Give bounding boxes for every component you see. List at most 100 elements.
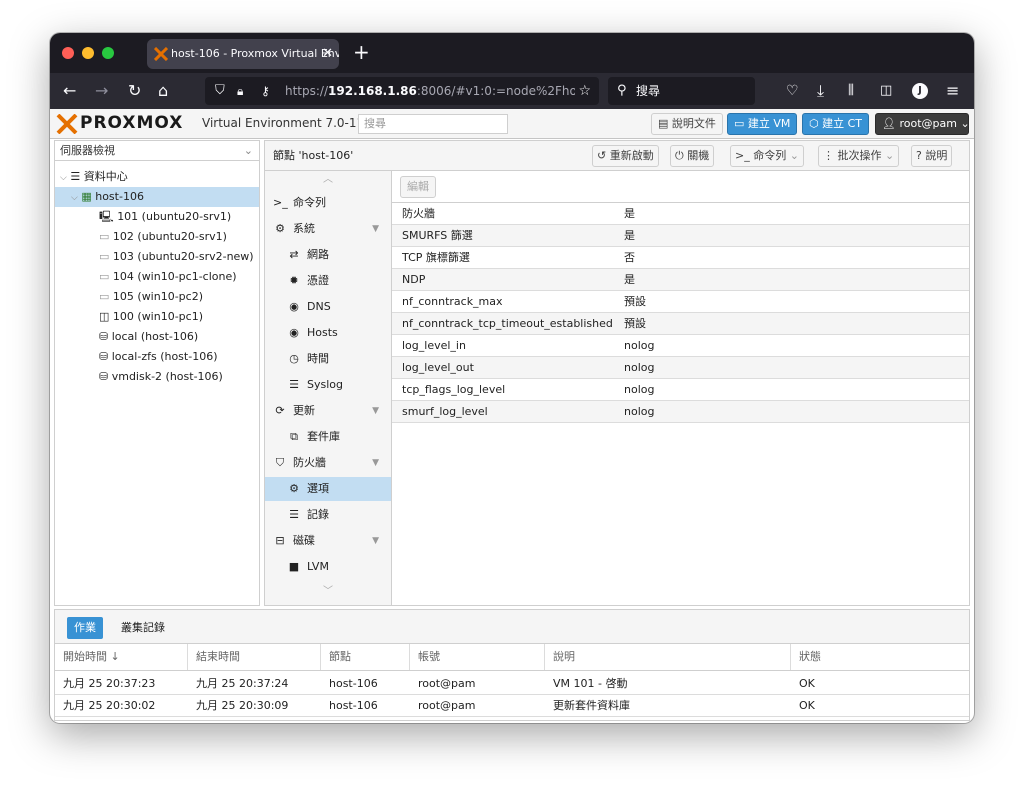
account-avatar[interactable]: J [912, 83, 928, 99]
key-icon[interactable]: ⚷ [261, 77, 270, 105]
tree-item-node[interactable]: ⌵ ▦ host-106 [55, 187, 259, 207]
header-divider [55, 670, 969, 671]
globe-icon: ◉ [289, 326, 299, 339]
tree-item-vm[interactable]: ▭ 104 (win10-pc1-clone) [99, 267, 237, 287]
docs-button[interactable]: ▤ 說明文件 [651, 113, 723, 135]
create-vm-button[interactable]: ▭ 建立 VM [727, 113, 798, 135]
scroll-down-icon[interactable]: ﹀ [265, 583, 391, 601]
option-row[interactable]: 防火牆是 [392, 203, 969, 225]
scroll-up-icon[interactable]: ︿ [265, 171, 391, 189]
tree-item-storage[interactable]: ⛁ local (host-106) [99, 327, 198, 347]
vm-icon: ▭ [99, 230, 110, 243]
nav-item-firewall[interactable]: ⛉ 防火牆 ▼ [265, 451, 391, 475]
chevron-down-icon[interactable]: ⌄ [790, 149, 799, 162]
tab-tasks[interactable]: 作業 [67, 617, 103, 639]
datacenter-icon: ☰ [70, 170, 81, 183]
browser-search-box[interactable]: ⚲ 搜尋 [608, 77, 755, 105]
zoom-window-button[interactable] [102, 47, 114, 59]
nav-item-disks[interactable]: ⊟ 磁碟 ▼ [265, 529, 391, 553]
task-tabs: 作業 叢集記錄 [55, 610, 969, 644]
nav-item-time[interactable]: ◷ 時間 [265, 347, 391, 371]
nav-item-shell[interactable]: >_ 命令列 [265, 191, 391, 215]
nav-item-repositories[interactable]: ⧉ 套件庫 [265, 425, 391, 449]
option-row[interactable]: tcp_flags_log_level nolog [392, 379, 969, 401]
option-row[interactable]: log_level_in nolog [392, 335, 969, 357]
option-row[interactable]: log_level_out nolog [392, 357, 969, 379]
header-search-input[interactable]: 搜尋 [358, 114, 508, 134]
view-select[interactable]: 伺服器檢視 ⌄ [55, 141, 259, 161]
bulk-actions-button[interactable]: ⋮ 批次操作 ⌄ [818, 145, 900, 167]
minimize-window-button[interactable] [82, 47, 94, 59]
user-menu-button[interactable]: 👤︎ root@pam ⌄ [875, 113, 970, 135]
column-header-end-time[interactable]: 結束時間 [188, 644, 321, 670]
node-icon: ▦ [81, 190, 92, 203]
bookmark-star-icon[interactable]: ☆ [578, 77, 591, 105]
option-row[interactable]: SMURFS 篩選是 [392, 225, 969, 247]
user-icon: 👤︎ [882, 117, 896, 130]
tree-item-vm[interactable]: ▭ 102 (ubuntu20-srv1) [99, 227, 227, 247]
lock-icon[interactable]: 🔒︎ [237, 77, 243, 105]
pve-header: PROXMOX Virtual Environment 7.0-11 搜尋 ▤ … [50, 109, 974, 139]
vm-template-icon: ◫ [99, 310, 110, 323]
chevron-down-icon: ⌄ [243, 144, 253, 157]
column-header-description[interactable]: 說明 [545, 644, 791, 670]
option-row[interactable]: TCP 旗標篩選否 [392, 247, 969, 269]
tree-item-storage[interactable]: ⛁ local-zfs (host-106) [99, 347, 218, 367]
nav-item-firewall-options[interactable]: ⚙ 選項 [265, 477, 391, 501]
help-button[interactable]: ? 說明 [911, 145, 953, 167]
edit-button[interactable]: 編輯 [400, 176, 436, 198]
url-bar[interactable]: ⛉ 🔒︎ ⚷ https://192.168.1.86:8006/#v1:0:=… [205, 77, 599, 105]
shell-button[interactable]: >_ 命令列 ⌄ [730, 145, 804, 167]
menu-icon[interactable]: ≡ [946, 81, 959, 101]
home-icon[interactable]: ⌂ [158, 81, 168, 101]
tree-item-vm[interactable]: ◫ 100 (win10-pc1) [99, 307, 203, 327]
close-window-button[interactable] [62, 47, 74, 59]
nav-item-certificates[interactable]: ✹ 憑證 [265, 269, 391, 293]
search-placeholder: 搜尋 [636, 84, 661, 98]
forward-icon[interactable]: → [95, 81, 108, 101]
nav-item-lvm[interactable]: ■ LVM [265, 555, 391, 579]
create-ct-button[interactable]: ⬡ 建立 CT [802, 113, 870, 135]
download-icon[interactable]: ⤓ [817, 81, 824, 101]
collapse-icon[interactable]: ⌵ [60, 173, 67, 183]
back-icon[interactable]: ← [63, 81, 76, 101]
restart-button[interactable]: ↺ 重新啟動 [592, 145, 659, 167]
nav-item-network[interactable]: ⇄ 網路 [265, 243, 391, 267]
nav-item-syslog[interactable]: ☰ Syslog [265, 373, 391, 397]
table-row[interactable]: 九月 25 20:30:02 九月 25 20:30:09 host-106 r… [55, 695, 969, 717]
pocket-icon[interactable]: ♡ [786, 81, 799, 101]
option-row[interactable]: smurf_log_level nolog [392, 401, 969, 423]
reload-icon[interactable]: ↻ [128, 81, 141, 101]
nav-item-system[interactable]: ⚙ 系統 ▼ [265, 217, 391, 241]
table-row[interactable]: 九月 25 20:37:23 九月 25 20:37:24 host-106 r… [55, 673, 969, 695]
nav-item-updates[interactable]: ⟳ 更新 ▼ [265, 399, 391, 423]
column-header-user[interactable]: 帳號 [410, 644, 545, 670]
column-header-status[interactable]: 狀態 [791, 644, 969, 670]
tab-cluster-log[interactable]: 叢集記錄 [117, 617, 169, 639]
shield-icon[interactable]: ⛉ [215, 77, 225, 105]
nav-item-dns[interactable]: ◉ DNS [265, 295, 391, 319]
column-header-start-time[interactable]: 開始時間 ↓ [55, 644, 188, 670]
tree-item-vm[interactable]: 🖳︎ 101 (ubuntu20-srv1) [99, 207, 231, 227]
option-row[interactable]: nf_conntrack_tcp_timeout_established 預設 [392, 313, 969, 335]
files-icon: ⧉ [290, 430, 298, 443]
tab-close-icon[interactable]: ✕ [322, 39, 333, 69]
main-toolbar: 節點 'host-106' ↺ 重新啟動 ⏻ 關機 >_ 命令列 ⌄ ⋮ 批次操… [265, 141, 969, 171]
library-icon[interactable]: ⫼ [848, 81, 854, 101]
tree-item-storage[interactable]: ⛁ vmdisk-2 (host-106) [99, 367, 223, 387]
option-row[interactable]: NDP 是 [392, 269, 969, 291]
tree-item-vm[interactable]: ▭ 105 (win10-pc2) [99, 287, 203, 307]
nav-item-firewall-log[interactable]: ☰ 記錄 [265, 503, 391, 527]
column-header-node[interactable]: 節點 [321, 644, 410, 670]
clock-icon: ◷ [289, 352, 299, 365]
collapse-icon[interactable]: ⌵ [71, 193, 78, 203]
tree-item-datacenter[interactable]: ⌵ ☰ 資料中心 [60, 167, 128, 187]
option-row[interactable]: nf_conntrack_max 預設 [392, 291, 969, 313]
sidebar-icon[interactable]: ◫ [880, 81, 892, 101]
browser-tab[interactable]: host-106 - Proxmox Virtual Envi ✕ [147, 39, 339, 69]
cell-user: root@pam [418, 677, 476, 690]
tree-item-vm[interactable]: ▭ 103 (ubuntu20-srv2-new) [99, 247, 254, 267]
shutdown-button[interactable]: ⏻ 關機 [670, 145, 715, 167]
nav-item-hosts[interactable]: ◉ Hosts [265, 321, 391, 345]
new-tab-button[interactable]: + [353, 40, 370, 64]
